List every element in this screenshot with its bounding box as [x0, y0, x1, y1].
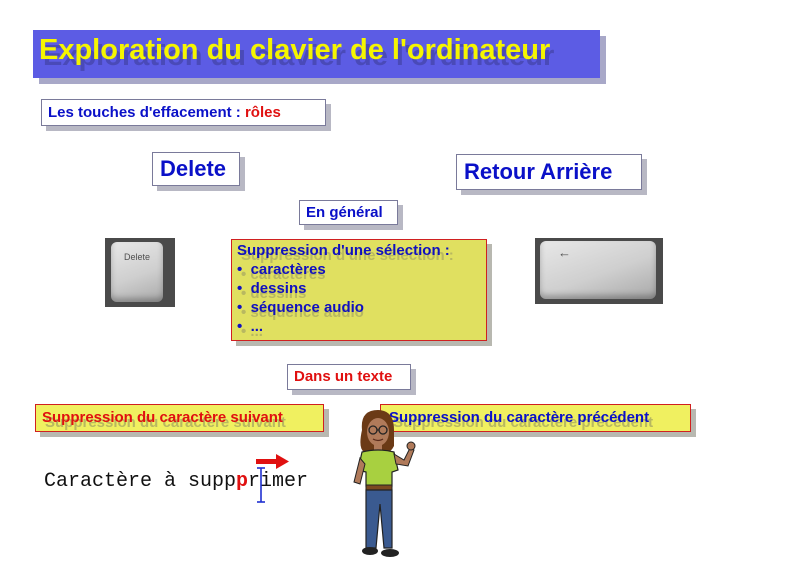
general-label: En général: [299, 200, 398, 225]
selection-item: • dessins: [237, 280, 307, 297]
page-title: Exploration du clavier de l'ordinateur: [39, 34, 551, 66]
page-title-banner: Exploration du clavier de l'ordinateur E…: [33, 30, 600, 78]
selection-item: • caractères: [237, 261, 326, 278]
text-cursor-icon: [257, 467, 265, 503]
next-char-box: Suppression du caractère suivant Suppres…: [35, 404, 324, 432]
subtitle-box: Les touches d'effacement : rôles: [41, 99, 326, 126]
selection-item: • séquence audio: [237, 299, 364, 316]
example-text: Caractère à suppprimer: [44, 470, 309, 493]
delete-key-label: Delete: [152, 152, 240, 186]
arrow-right-icon: [256, 454, 289, 469]
prev-char-text: Suppression du caractère précédent: [389, 409, 650, 426]
next-char-text: Suppression du caractère suivant: [42, 409, 283, 426]
subtitle-highlight: rôles: [244, 104, 281, 121]
selection-box: Suppression d'une sélection : • caractèr…: [231, 239, 487, 341]
delete-keycap: Delete: [111, 242, 163, 302]
selection-item: • ...: [237, 318, 264, 335]
delete-keycap-label: Delete: [124, 252, 151, 262]
selection-heading: Suppression d'une sélection :: [237, 242, 450, 259]
backspace-keycap: ←: [540, 241, 656, 299]
subtitle-prefix: Les touches d'effacement :: [48, 104, 241, 121]
delete-key-image: Delete: [105, 238, 175, 307]
prev-char-box: Suppression du caractère précédent Suppr…: [380, 404, 691, 432]
backspace-key-image: ←: [535, 238, 663, 304]
girl-character-icon: [353, 410, 416, 557]
target-char: p: [236, 470, 249, 493]
in-text-label: Dans un texte: [287, 364, 411, 390]
backspace-arrow-icon: ←: [558, 245, 571, 260]
backspace-key-label: Retour Arrière: [456, 154, 642, 190]
